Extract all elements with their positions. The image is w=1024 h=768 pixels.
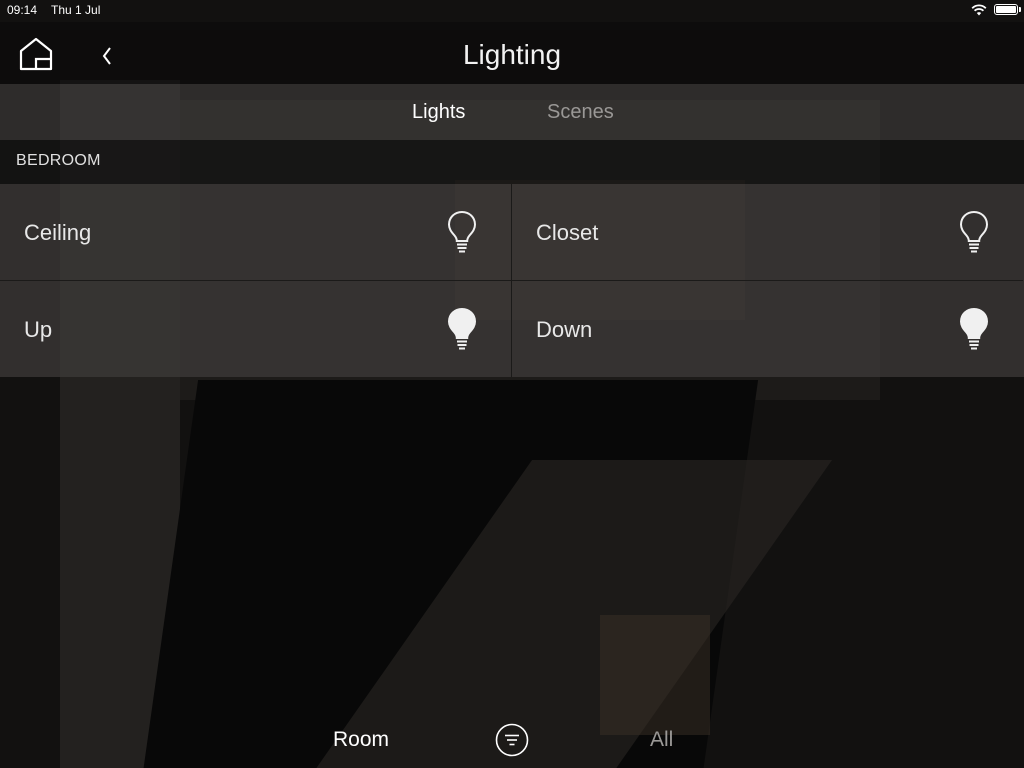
tab-lights[interactable]: Lights [412, 101, 465, 124]
tab-scenes[interactable]: Scenes [547, 101, 614, 124]
light-tile-closet[interactable]: Closet [512, 184, 1023, 281]
battery-icon [994, 4, 1018, 15]
room-section-label: BEDROOM [16, 152, 101, 169]
room-filter-button[interactable]: Room [333, 728, 389, 752]
light-tile-ceiling[interactable]: Ceiling [0, 184, 512, 281]
status-time: 09:14 [7, 3, 38, 17]
lightbulb-filled-icon [959, 307, 989, 350]
battery-tip [1019, 7, 1021, 12]
room-section-header: BEDROOM [0, 140, 1024, 184]
status-bar: 09:14 Thu 1 Jul [0, 0, 1024, 22]
filter-icon[interactable] [495, 723, 529, 757]
light-tile-up[interactable]: Up [0, 281, 512, 377]
lightbulb-outline-icon [959, 210, 989, 253]
lighting-screen: 09:14 Thu 1 Jul Lighting Lights Scenes B… [0, 0, 1024, 768]
light-label: Up [24, 317, 53, 342]
lightbulb-outline-icon [447, 210, 477, 253]
all-filter-button[interactable]: All [650, 728, 673, 752]
light-label: Down [536, 317, 593, 342]
background-box [600, 615, 710, 735]
lights-grid: Ceiling Closet Up Down [0, 184, 1024, 377]
tab-bar: Lights Scenes [0, 84, 1024, 140]
header: Lighting [0, 22, 1024, 84]
status-date: Thu 1 Jul [51, 3, 101, 17]
wifi-icon [971, 4, 987, 16]
light-label: Ceiling [24, 220, 92, 245]
light-label: Closet [536, 220, 599, 245]
lightbulb-filled-icon [447, 307, 477, 350]
page-title: Lighting [462, 39, 562, 70]
light-tile-down[interactable]: Down [512, 281, 1023, 377]
